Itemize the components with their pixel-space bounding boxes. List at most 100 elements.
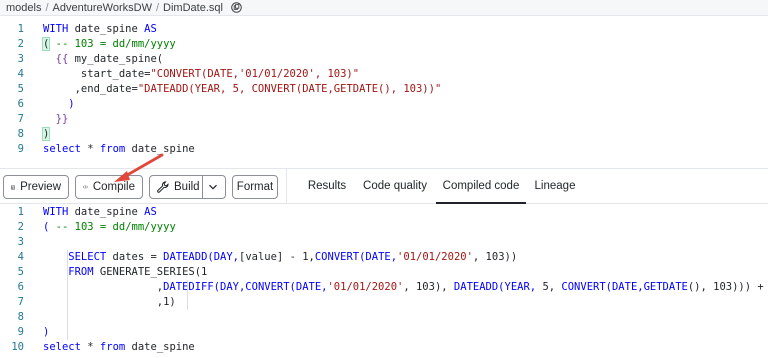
line-number: 6	[17, 281, 24, 293]
code-token: *	[87, 341, 100, 353]
code-token: my_date_spine(	[74, 53, 164, 65]
editor-toolbar: Preview Compile Build Format Results Cod…	[0, 168, 768, 204]
tab-results[interactable]: Results	[304, 169, 350, 204]
line-number: 10	[11, 341, 24, 353]
line-number: 7	[17, 296, 24, 308]
compiled-code-line: 8	[0, 310, 768, 325]
preview-button[interactable]: Preview	[3, 175, 69, 199]
line-number: 3	[17, 53, 24, 65]
code-token: =	[150, 251, 164, 263]
table-icon	[11, 185, 16, 189]
line-number: 5	[17, 83, 24, 95]
compiled-code-line: 2 ( -- 103 = dd/mm/yyyy	[0, 220, 768, 235]
source-code-line: 4 start_date="CONVERT(DATE,'01/01/2020',…	[0, 67, 768, 82]
code-text: ,1)	[43, 295, 176, 310]
build-button[interactable]: Build	[149, 175, 226, 199]
code-token: ,end_date=	[43, 83, 138, 95]
code-text: select * from date_spine	[43, 142, 195, 157]
code-token: }}	[43, 113, 69, 125]
indent-guide	[187, 280, 188, 310]
code-token: "CONVERT(DATE,'01/01/2020', 103)"	[150, 68, 360, 80]
line-number: 9	[17, 143, 24, 155]
line-number: 8	[17, 128, 24, 140]
code-token: SELECT	[43, 251, 113, 263]
code-token: 5,	[542, 281, 562, 293]
compile-button[interactable]: Compile	[75, 175, 143, 199]
code-text: start_date="CONVERT(DATE,'01/01/2020', 1…	[43, 67, 359, 82]
preview-label: Preview	[20, 181, 61, 193]
indent-guide	[67, 250, 68, 340]
line-number: 6	[17, 98, 24, 110]
copy-icon[interactable]	[231, 2, 242, 13]
source-code-line: 2 ( -- 103 = dd/mm/yyyy	[0, 37, 768, 52]
code-token: {{	[43, 53, 75, 65]
code-icon	[83, 185, 88, 189]
code-token: date_spine	[74, 23, 145, 35]
breadcrumb-adventureworksdw[interactable]: AdventureWorksDW	[53, 2, 152, 14]
breadcrumb-separator: /	[155, 1, 160, 14]
code-token: DATEADD(YEAR,	[453, 281, 543, 293]
line-number: 7	[17, 113, 24, 125]
compiled-code-line: 3	[0, 235, 768, 250]
build-label: Build	[174, 181, 200, 193]
code-token: *	[87, 143, 100, 155]
code-token: [value] - 1,	[239, 251, 315, 263]
line-number: 1	[17, 23, 24, 35]
code-token: from	[99, 143, 132, 155]
wrench-icon	[157, 181, 169, 193]
code-text: SELECT dates = DATEADD(DAY,[value] - 1,C…	[43, 250, 517, 265]
source-code-line: 5 ,end_date="DATEADD(YEAR, 5, CONVERT(DA…	[0, 82, 768, 97]
code-token: dates	[112, 251, 151, 263]
source-code-line: 3 {{ my_date_spine(	[0, 52, 768, 67]
breadcrumb-file[interactable]: DimDate.sql	[163, 2, 223, 14]
line-number: 3	[17, 236, 24, 248]
compiled-code-line: 5 FROM GENERATE_SERIES(1	[0, 265, 768, 280]
code-token: date_spine	[74, 206, 145, 218]
code-token: DATEADD(DAY,	[163, 251, 239, 263]
source-code-line: 9 select * from date_spine	[0, 142, 768, 157]
line-number: 9	[17, 326, 24, 338]
line-number: 4	[17, 251, 24, 263]
code-text: )	[43, 325, 49, 340]
code-token: -- 103 = dd/mm/yyyy	[55, 221, 176, 233]
breadcrumb-models[interactable]: models	[6, 2, 41, 14]
code-token: , 103))	[472, 251, 518, 263]
line-number: 5	[17, 266, 24, 278]
code-text: ,DATEDIFF(DAY,CONVERT(DATE,'01/01/2020',…	[43, 280, 768, 295]
code-token: start_date=	[43, 68, 151, 80]
code-token: (), 103))) + 1	[687, 281, 768, 293]
tab-compiled-code[interactable]: Compiled code	[436, 169, 526, 204]
line-number: 1	[17, 206, 24, 218]
code-token: -- 103 = dd/mm/yyyy	[49, 38, 176, 50]
chevron-down-icon[interactable]	[208, 182, 218, 192]
code-token: "DATEADD(YEAR, 5, CONVERT(DATE,GETDATE()…	[137, 83, 442, 95]
code-token: '01/01/2020'	[327, 281, 404, 293]
code-token: GENERATE_SERIES(1	[99, 266, 208, 278]
breadcrumb-separator: /	[45, 1, 49, 14]
code-token: date_spine	[131, 341, 195, 353]
compiled-code-line: 6 ,DATEDIFF(DAY,CONVERT(DATE,'01/01/2020…	[0, 280, 768, 295]
compiled-code-line: 4 SELECT dates = DATEADD(DAY,[value] - 1…	[0, 250, 768, 265]
code-token: '01/01/2020'	[397, 251, 473, 263]
code-text: )	[43, 97, 75, 112]
source-code-line: 7 }}	[0, 112, 768, 127]
breadcrumb: models / AdventureWorksDW / DimDate.sql	[0, 0, 768, 16]
line-number: 2	[17, 221, 24, 233]
code-text: ( -- 103 = dd/mm/yyyy	[43, 220, 176, 235]
code-token: ,1)	[43, 296, 176, 308]
code-token: )	[43, 98, 75, 110]
source-code-line: 1 WITH date_spine AS	[0, 22, 768, 37]
line-number: 2	[17, 38, 24, 50]
tab-code-quality[interactable]: Code quality	[360, 169, 430, 204]
code-text: select * from date_spine	[43, 340, 195, 355]
tab-lineage[interactable]: Lineage	[532, 169, 578, 204]
code-token: FROM	[43, 266, 100, 278]
code-token: CONVERT(DATE,	[314, 251, 398, 263]
code-token: DATEDIFF(DAY,	[163, 281, 246, 293]
code-token: (	[43, 221, 56, 233]
code-token: select	[43, 341, 88, 353]
code-token: date_spine	[131, 143, 195, 155]
format-button[interactable]: Format	[232, 175, 278, 199]
code-token: CONVERT(DATE,	[245, 281, 328, 293]
toolbar-divider	[286, 169, 287, 204]
